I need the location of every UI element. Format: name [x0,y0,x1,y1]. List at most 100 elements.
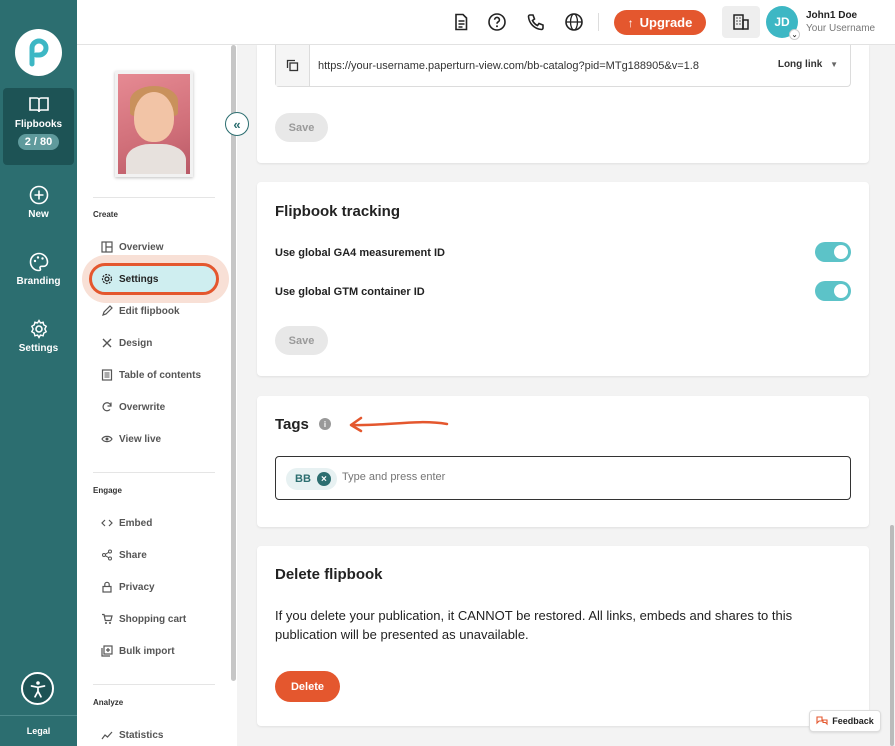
rail-item-branding[interactable]: Branding [0,252,77,287]
delete-title: Delete flipbook [275,566,383,583]
feedback-label: Feedback [832,716,874,726]
tag-input[interactable] [342,471,642,483]
tools-icon [102,338,112,348]
cart-icon [102,613,113,624]
remove-tag-icon[interactable]: × [316,472,331,486]
info-icon[interactable]: i [319,418,331,430]
section-title-create: Create [93,210,118,219]
sidebar-item-label: Settings [119,273,159,285]
sidebar-scrollbar[interactable] [231,45,236,681]
flipbook-url-field[interactable]: https://your-username.paperturn-view.com… [275,45,851,87]
sidebar-item-embed[interactable]: Embed [101,514,152,532]
rail-item-settings[interactable]: Settings [0,319,77,354]
save-tracking-button[interactable]: Save [275,326,328,355]
building-icon [733,14,749,30]
user-username: Your Username [806,23,876,34]
avatar[interactable]: JD ⌄ [766,6,800,40]
chart-line-icon [101,731,113,740]
tag-chip: BB × [286,468,337,490]
sidebar-item-statistics[interactable]: Statistics [101,726,163,744]
sidebar-item-shopping-cart[interactable]: Shopping cart [101,610,186,628]
eye-icon [101,435,113,443]
main-scrollbar[interactable] [890,525,894,746]
save-link-button[interactable]: Save [275,113,328,142]
phone-icon[interactable] [526,12,546,32]
sidebar-item-overwrite[interactable]: Overwrite [101,398,165,416]
share-icon [102,549,112,561]
document-icon[interactable] [451,12,471,32]
import-icon [101,645,113,657]
gtm-toggle[interactable] [815,281,851,301]
palette-icon [29,252,48,272]
feedback-icon [816,715,828,725]
feedback-button[interactable]: Feedback [809,710,881,732]
section-title-engage: Engage [93,486,122,495]
upgrade-button[interactable]: ↑ Upgrade [614,10,706,35]
organization-button[interactable] [722,6,760,38]
language-globe-icon[interactable] [564,12,584,32]
sidebar-item-label: Overview [119,241,164,253]
layout-icon [101,241,113,253]
flipbook-thumbnail[interactable] [115,71,193,177]
code-icon [101,519,113,527]
thumbnail-body [126,144,186,174]
delete-button[interactable]: Delete [275,671,340,702]
gtm-label: Use global GTM container ID [275,286,425,298]
accessibility-button[interactable] [21,672,54,705]
link-type-label: Long link [777,59,823,70]
collapse-sidebar-button[interactable]: « [225,112,249,136]
sidebar-item-table-of-contents[interactable]: Table of contents [101,366,201,384]
annotation-arrow-icon [349,416,449,433]
sidebar-item-label: Embed [119,517,153,529]
delete-flipbook-card: Delete flipbook If you delete your publi… [257,546,869,726]
copy-icon[interactable] [276,45,310,86]
ga4-toggle[interactable] [815,242,851,262]
rail-item-new[interactable]: New [0,185,77,220]
sidebar-item-label: Overwrite [119,401,166,413]
tag-chip-label: BB [295,473,311,485]
thumbnail-face [134,92,174,142]
user-name[interactable]: John1 Doe [806,10,857,21]
sidebar-divider [93,472,215,473]
link-card: https://your-username.paperturn-view.com… [257,45,869,163]
upgrade-label: Upgrade [639,15,693,30]
legal-link[interactable]: Legal [0,715,77,736]
flipbook-url[interactable]: https://your-username.paperturn-view.com… [318,60,699,72]
sidebar-item-settings[interactable]: Settings [101,270,158,288]
top-bar: ↑ Upgrade JD ⌄ John1 Doe Your Username [77,0,895,45]
flipbook-tracking-card: Flipbook tracking Use global GA4 measure… [257,182,869,376]
sidebar-divider [93,684,215,685]
sidebar-item-edit-flipbook[interactable]: Edit flipbook [101,302,180,320]
pencil-icon [102,305,113,316]
paperturn-logo-icon[interactable] [15,29,62,76]
rail-branding-label: Branding [16,276,61,287]
sidebar-item-label: Design [119,337,153,349]
sidebar-item-label: Edit flipbook [119,305,180,317]
sidebar-item-label: View live [119,433,162,445]
plus-circle-icon [29,185,48,205]
help-icon[interactable] [487,12,507,32]
rail-item-flipbooks[interactable]: Flipbooks 2 / 80 [3,88,74,165]
sidebar-item-privacy[interactable]: Privacy [101,578,155,596]
tracking-title: Flipbook tracking [275,203,401,220]
sidebar-item-design[interactable]: Design [101,334,152,352]
tags-title: Tags [275,416,309,433]
sidebar-item-label: Statistics [119,729,164,741]
sidebar-item-label: Shopping cart [119,613,187,625]
sidebar-item-share[interactable]: Share [101,546,147,564]
ga4-label: Use global GA4 measurement ID [275,247,445,259]
avatar-initials: JD [774,15,790,29]
tags-field[interactable]: BB × [275,456,851,500]
sidebar-item-overview[interactable]: Overview [101,238,163,256]
rail-settings-label: Settings [18,343,59,354]
rail-new-label: New [28,209,49,220]
refresh-icon [102,402,112,412]
sidebar-item-view-live[interactable]: View live [101,430,161,448]
book-icon [28,97,49,113]
link-type-select[interactable]: Long link ▼ [778,59,838,70]
double-chevron-left-icon: « [233,116,241,132]
gear-icon [30,319,47,339]
accessibility-icon [30,680,45,698]
delete-warning-text: If you delete your publication, it CANNO… [275,608,793,642]
sidebar-item-bulk-import[interactable]: Bulk import [101,642,175,660]
